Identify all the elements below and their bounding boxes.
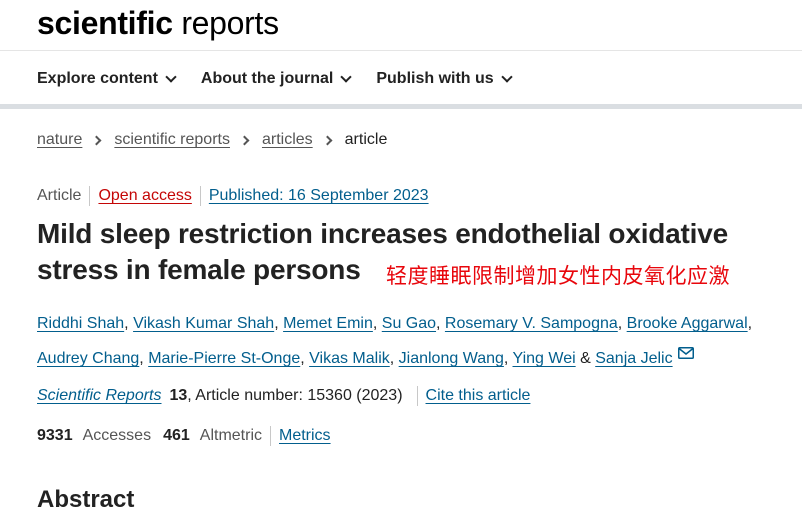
chevron-down-icon bbox=[165, 71, 177, 83]
nav-about-journal-label: About the journal bbox=[200, 70, 334, 87]
author-row-1: Riddhi Shah, Vikash Kumar Shah, Memet Em… bbox=[37, 315, 753, 332]
journal-link[interactable]: Scientific Reports bbox=[37, 387, 162, 405]
breadcrumb-nature[interactable]: nature bbox=[37, 131, 82, 149]
citation-line: Scientific Reports 13 , Article number: … bbox=[37, 386, 530, 406]
metrics-divider bbox=[270, 426, 271, 446]
article-metrics: 9331 Accesses 461 Altmetric Metrics bbox=[37, 426, 331, 446]
breadcrumb-articles[interactable]: articles bbox=[262, 131, 313, 149]
author-link[interactable]: Rosemary V. Sampogna bbox=[445, 315, 618, 332]
main-nav: Explore content About the journal Publis… bbox=[37, 66, 537, 92]
breadcrumb-scientific-reports[interactable]: scientific reports bbox=[114, 131, 230, 149]
author-link[interactable]: Marie-Pierre St-Onge bbox=[148, 350, 300, 367]
article-title-line-1: Mild sleep restriction increases endothe… bbox=[37, 218, 728, 249]
open-access-link[interactable]: Open access bbox=[98, 187, 191, 205]
envelope-icon[interactable] bbox=[677, 337, 694, 372]
chevron-right-icon bbox=[239, 135, 250, 145]
chevron-right-icon bbox=[322, 135, 333, 145]
article-meta: Article Open access Published: 16 Septem… bbox=[37, 186, 429, 206]
altmetric-count: 461 bbox=[163, 427, 190, 444]
author-link[interactable]: Audrey Chang bbox=[37, 350, 139, 367]
title-chinese-annotation: 轻度睡眠限制增加女性内皮氧化应激 bbox=[386, 264, 730, 288]
meta-divider bbox=[199, 186, 201, 206]
author-link[interactable]: Vikas Malik bbox=[309, 350, 390, 367]
accesses-count: 9331 bbox=[37, 427, 73, 444]
logo-bold-text: scientific bbox=[37, 5, 173, 41]
nav-publish-with-us[interactable]: Publish with us bbox=[376, 70, 513, 88]
breadcrumb-current: article bbox=[344, 131, 388, 148]
chevron-down-icon bbox=[340, 71, 353, 83]
logo-light-text: reports bbox=[181, 5, 279, 41]
nav-explore-content-label: Explore content bbox=[37, 70, 158, 87]
article-type: Article bbox=[37, 187, 82, 204]
metrics-link[interactable]: Metrics bbox=[279, 427, 331, 445]
nav-divider bbox=[0, 104, 802, 109]
author-row-2: Audrey Chang, Marie-Pierre St-Onge, Vika… bbox=[37, 341, 777, 376]
author-link[interactable]: Su Gao bbox=[382, 315, 436, 332]
article-number: , Article number: 15360 (2023) bbox=[187, 387, 403, 404]
author-link[interactable]: Riddhi Shah bbox=[37, 315, 124, 332]
accesses-label: Accesses bbox=[82, 427, 152, 444]
author-link[interactable]: Jianlong Wang bbox=[399, 350, 504, 367]
author-join: & bbox=[580, 350, 591, 367]
chevron-down-icon bbox=[501, 71, 513, 83]
nav-explore-content[interactable]: Explore content bbox=[37, 70, 177, 88]
nav-about-journal[interactable]: About the journal bbox=[200, 70, 353, 88]
header-divider bbox=[0, 50, 802, 51]
abstract-heading: Abstract bbox=[37, 486, 135, 507]
author-link[interactable]: Vikash Kumar Shah bbox=[133, 315, 274, 332]
corresponding-author-link[interactable]: Sanja Jelic bbox=[595, 350, 672, 367]
author-link[interactable]: Ying Wei bbox=[513, 350, 576, 367]
chevron-right-icon bbox=[91, 135, 102, 145]
cite-this-article-link[interactable]: Cite this article bbox=[426, 387, 531, 405]
volume-number: 13 bbox=[169, 387, 188, 404]
breadcrumb: nature scientific reports articles artic… bbox=[37, 131, 387, 149]
author-link[interactable]: Memet Emin bbox=[283, 315, 373, 332]
author-link[interactable]: Brooke Aggarwal bbox=[627, 315, 748, 332]
citation-divider bbox=[416, 386, 418, 406]
altmetric-label: Altmetric bbox=[199, 427, 262, 444]
meta-divider bbox=[89, 186, 91, 206]
author-list: Riddhi Shah, Vikash Kumar Shah, Memet Em… bbox=[37, 306, 777, 376]
published-date-link[interactable]: Published: 16 September 2023 bbox=[209, 187, 429, 205]
site-logo[interactable]: scientific reports bbox=[37, 4, 279, 42]
nav-publish-with-us-label: Publish with us bbox=[376, 70, 494, 87]
